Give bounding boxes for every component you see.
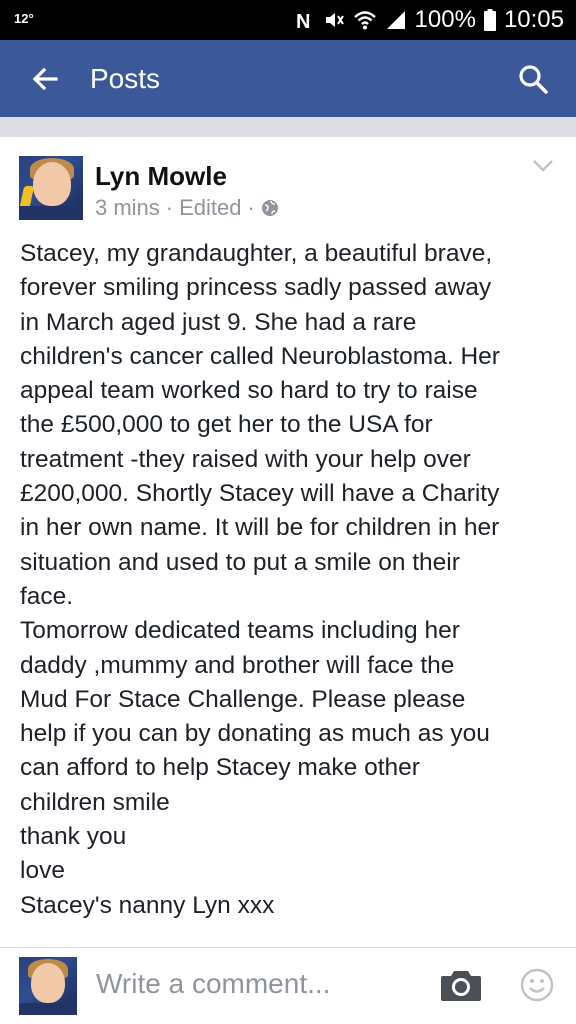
avatar-caption: [19, 206, 83, 220]
search-icon: [519, 65, 548, 94]
status-bar: 12° N 100% 10:05: [0, 0, 576, 40]
arrow-left-icon: [32, 67, 58, 91]
signal-icon: [385, 9, 407, 31]
camera-button[interactable]: [440, 968, 482, 1002]
page-title: Posts: [90, 63, 161, 94]
back-button[interactable]: [28, 62, 62, 96]
comment-bar: Write a comment...: [0, 948, 576, 1024]
avatar[interactable]: [19, 156, 83, 220]
meta-separator: ·: [247, 195, 255, 220]
emoji-icon: [520, 968, 554, 1002]
post-body: Stacey, my grandaughter, a beautiful bra…: [20, 240, 500, 919]
app-bar: Posts: [0, 40, 576, 117]
camera-icon: [441, 971, 481, 1001]
comment-input[interactable]: Write a comment...: [96, 968, 330, 1000]
battery-icon: [483, 9, 496, 31]
clock: 10:05: [503, 6, 564, 33]
meta-separator: ·: [165, 195, 174, 220]
feed-divider: [0, 117, 576, 137]
commenter-avatar: [19, 957, 77, 1015]
status-icons: N 100% 10:05: [295, 6, 564, 34]
globe-icon: [261, 200, 278, 216]
battery-percent: 100%: [414, 6, 476, 33]
wifi-icon: [353, 9, 377, 31]
author-name[interactable]: Lyn Mowle: [95, 161, 227, 192]
chevron-down-icon: [533, 160, 553, 172]
mute-icon: [323, 9, 345, 31]
status-weather: 12°: [14, 11, 34, 26]
svg-text:N: N: [296, 11, 310, 31]
post-options-button[interactable]: [532, 159, 554, 173]
emoji-button[interactable]: [520, 968, 554, 1002]
nfc-icon: N: [295, 9, 315, 31]
post-meta: 3 mins · Edited ·: [95, 195, 279, 221]
search-button[interactable]: [516, 62, 550, 96]
edited-label[interactable]: Edited: [179, 195, 241, 221]
post-time[interactable]: 3 mins: [95, 195, 160, 221]
